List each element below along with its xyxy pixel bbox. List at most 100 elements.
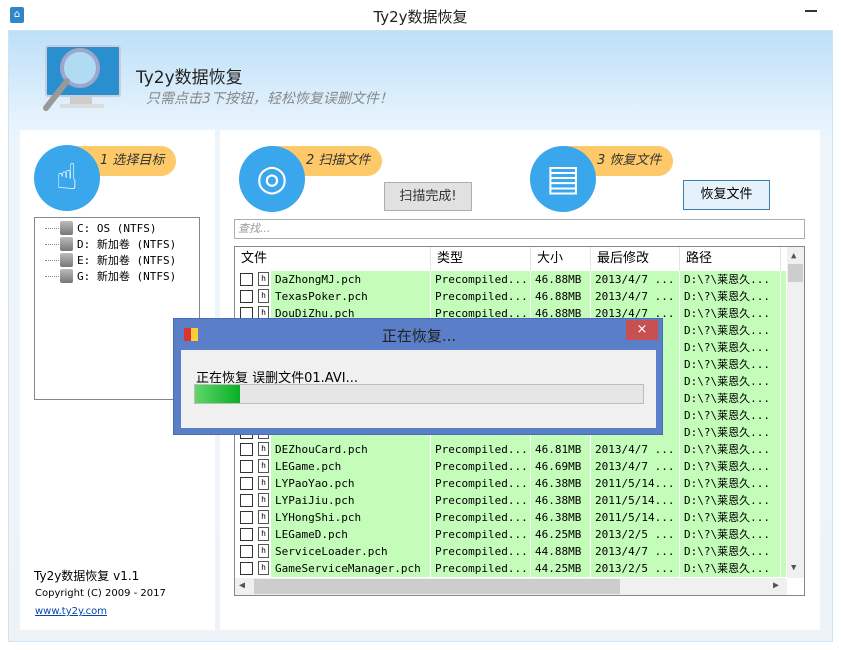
table-row[interactable]: h TexasPoker.pch Precompiled... 46.88MB 2013… [235, 288, 787, 305]
file-icon: h [258, 510, 269, 524]
scroll-down-icon[interactable]: ▼ [791, 563, 796, 573]
recover-button[interactable]: 恢复文件 [683, 180, 770, 210]
row-checkbox[interactable] [240, 443, 253, 456]
drive-item[interactable]: C: OS (NTFS) [45, 220, 156, 236]
title-bar: ⌂ Ty2y数据恢复 [0, 0, 841, 30]
dialog-title: 正在恢复... [381, 327, 457, 345]
row-checkbox[interactable] [240, 528, 253, 541]
drive-item[interactable]: D: 新加卷 (NTFS) [45, 236, 176, 252]
cell-type: Precompiled... [431, 288, 530, 305]
column-header-file[interactable]: 文件 [235, 247, 431, 271]
cell-path: D:\?\莱恩久... [680, 543, 780, 560]
dialog-body: 正在恢复 误删文件01.AVI... [181, 350, 656, 428]
horizontal-scrollbar[interactable]: ◀ ▶ [235, 578, 787, 595]
table-row[interactable]: h LYPaoYao.pch Precompiled... 46.38MB 2011/5… [235, 475, 787, 492]
cell-type: Precompiled... [431, 543, 530, 560]
cell-extra [781, 509, 786, 526]
cell-path: D:\?\莱恩久... [680, 407, 780, 424]
file-icon: h [258, 527, 269, 541]
cell-size: 46.81MB [531, 441, 590, 458]
cell-extra [781, 458, 786, 475]
hard-drive-icon [60, 237, 73, 251]
cell-file: ServiceLoader.pch [271, 543, 430, 560]
cell-date: 2013/4/7 ... [591, 543, 679, 560]
progress-bar [194, 384, 644, 404]
cell-file: LYPaiJiu.pch [271, 492, 430, 509]
cell-extra [781, 373, 786, 390]
hard-drive-icon [60, 269, 73, 283]
cell-path: D:\?\莱恩久... [680, 271, 780, 288]
cell-path: D:\?\莱恩久... [680, 475, 780, 492]
file-icon: h [258, 476, 269, 490]
file-icon: h [258, 442, 269, 456]
cell-type: Precompiled... [431, 492, 530, 509]
cell-type: Precompiled... [431, 441, 530, 458]
cell-extra [781, 305, 786, 322]
cell-path: D:\?\莱恩久... [680, 424, 780, 441]
row-checkbox[interactable] [240, 511, 253, 524]
website-link[interactable]: www.ty2y.com [35, 606, 107, 617]
row-checkbox[interactable] [240, 460, 253, 473]
vertical-scrollbar[interactable]: ▲ ▼ [787, 247, 804, 578]
cell-extra [781, 271, 786, 288]
row-checkbox[interactable] [240, 477, 253, 490]
table-row[interactable]: h DaZhongMJ.pch Precompiled... 46.88MB 2013/… [235, 271, 787, 288]
row-checkbox[interactable] [240, 290, 253, 303]
table-row[interactable]: h LYHongShi.pch Precompiled... 46.38MB 2011/… [235, 509, 787, 526]
table-row[interactable]: h GameServiceManager.pch Precompiled... 44.… [235, 560, 787, 577]
cell-date: 2011/5/14... [591, 509, 679, 526]
cell-extra [781, 560, 786, 577]
document-search-icon: ▤ [530, 146, 596, 212]
cell-date: 2013/4/7 ... [591, 288, 679, 305]
row-checkbox[interactable] [240, 273, 253, 286]
dialog-close-button[interactable]: × [626, 320, 658, 340]
cell-size: 46.38MB [531, 492, 590, 509]
minimize-button[interactable] [805, 10, 817, 12]
cell-path: D:\?\莱恩久... [680, 492, 780, 509]
scroll-up-icon[interactable]: ▲ [791, 251, 796, 261]
cell-type: Precompiled... [431, 271, 530, 288]
table-row[interactable]: h LYPaiJiu.pch Precompiled... 46.38MB 2011/5… [235, 492, 787, 509]
cell-extra [781, 492, 786, 509]
file-icon: h [258, 493, 269, 507]
drive-item[interactable]: E: 新加卷 (NTFS) [45, 252, 176, 268]
cell-extra [781, 288, 786, 305]
scroll-right-icon[interactable]: ▶ [773, 580, 779, 591]
tree-line [45, 227, 59, 229]
column-header-size[interactable]: 大小 [531, 247, 591, 271]
row-checkbox[interactable] [240, 494, 253, 507]
cell-date: 2013/4/7 ... [591, 458, 679, 475]
cell-path: D:\?\莱恩久... [680, 356, 780, 373]
cell-extra [781, 322, 786, 339]
table-row[interactable]: h LEGameD.pch Precompiled... 46.25MB 2013/2/… [235, 526, 787, 543]
cell-date: 2011/5/14... [591, 475, 679, 492]
search-input[interactable]: 查找... [234, 219, 805, 239]
cell-date: 2013/2/5 ... [591, 560, 679, 577]
hand-pointer-icon: ☝ [34, 145, 100, 211]
hard-drive-icon [60, 221, 73, 235]
column-header-path[interactable]: 路径 [680, 247, 781, 271]
scan-button[interactable]: 扫描完成! [384, 182, 472, 211]
row-checkbox[interactable] [240, 545, 253, 558]
column-header-modified[interactable]: 最后修改 [591, 247, 680, 271]
horizontal-scroll-thumb[interactable] [254, 579, 620, 594]
cell-path: D:\?\莱恩久... [680, 339, 780, 356]
table-row[interactable]: h DEZhouCard.pch Precompiled... 46.81MB 2013… [235, 441, 787, 458]
cell-size: 46.25MB [531, 526, 590, 543]
cell-extra [781, 339, 786, 356]
table-row[interactable]: h LEGame.pch Precompiled... 46.69MB 2013/4/7… [235, 458, 787, 475]
row-checkbox[interactable] [240, 562, 253, 575]
drive-item[interactable]: G: 新加卷 (NTFS) [45, 268, 176, 284]
file-icon: h [258, 272, 269, 286]
cell-date: 2013/4/7 ... [591, 441, 679, 458]
cell-path: D:\?\莱恩久... [680, 390, 780, 407]
monitor-magnifier-logo [43, 45, 121, 111]
cell-path: D:\?\莱恩久... [680, 373, 780, 390]
cell-extra [781, 356, 786, 373]
cell-file: LYHongShi.pch [271, 509, 430, 526]
table-row[interactable]: h ServiceLoader.pch Precompiled... 44.88MB 2… [235, 543, 787, 560]
scroll-left-icon[interactable]: ◀ [239, 580, 245, 591]
column-header-type[interactable]: 类型 [431, 247, 531, 271]
vertical-scroll-thumb[interactable] [788, 264, 803, 282]
tree-line [45, 243, 59, 245]
